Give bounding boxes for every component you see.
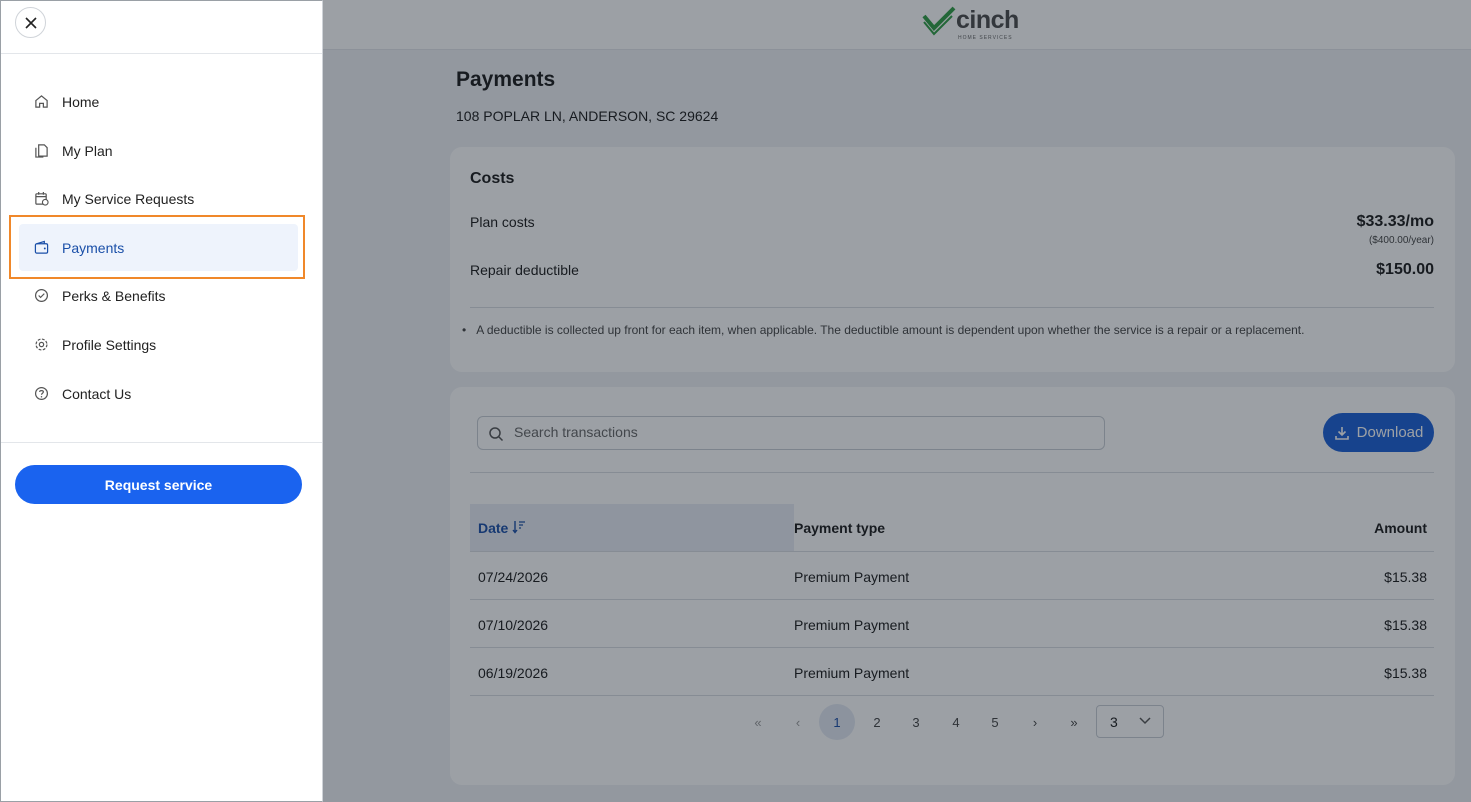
request-service-button[interactable]: Request service bbox=[15, 465, 302, 504]
sidebar-item-perks-benefits[interactable]: Perks & Benefits bbox=[19, 272, 298, 319]
sidebar-item-label: Perks & Benefits bbox=[62, 287, 166, 304]
sidebar-item-label: Profile Settings bbox=[62, 336, 157, 353]
sidebar-item-label: Contact Us bbox=[62, 385, 132, 402]
sidebar-item-label: My Plan bbox=[62, 142, 113, 159]
calendar-icon bbox=[33, 191, 49, 207]
gear-icon bbox=[33, 337, 49, 353]
sidebar-item-home[interactable]: Home bbox=[19, 78, 298, 125]
drawer-divider bbox=[1, 442, 322, 443]
sidebar-item-my-plan[interactable]: My Plan bbox=[19, 127, 298, 174]
sidebar-item-label: Home bbox=[62, 93, 100, 110]
sidebar-item-label: My Service Requests bbox=[62, 190, 195, 207]
help-icon bbox=[33, 386, 49, 402]
home-icon bbox=[33, 94, 49, 110]
sidebar-item-contact-us[interactable]: Contact Us bbox=[19, 370, 298, 417]
sidebar-item-profile-settings[interactable]: Profile Settings bbox=[19, 321, 298, 368]
drawer-divider bbox=[1, 53, 322, 54]
close-icon bbox=[24, 16, 37, 29]
close-button[interactable] bbox=[15, 7, 46, 38]
navigation-drawer: Home My Plan My Service Requests Payment… bbox=[0, 0, 323, 802]
check-badge-icon bbox=[33, 288, 49, 304]
document-icon bbox=[33, 143, 49, 159]
selection-highlight bbox=[9, 215, 305, 279]
